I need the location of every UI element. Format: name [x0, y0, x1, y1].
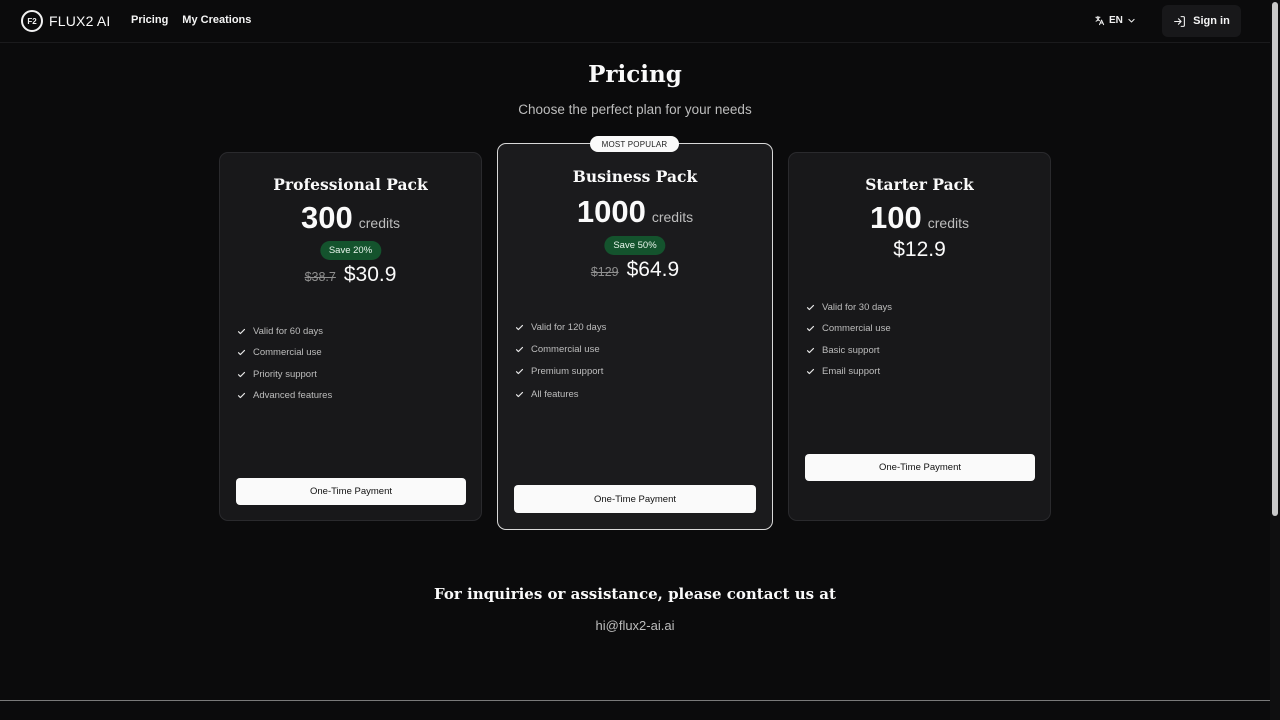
- check-icon: [806, 305, 815, 311]
- sign-in-label: Sign in: [1193, 15, 1230, 27]
- check-icon: [806, 368, 815, 375]
- original-price: $129: [590, 265, 619, 279]
- vertical-scrollbar[interactable]: [1270, 0, 1280, 720]
- plan-card-professional: Professional Pack 300 credits Save 20% $3…: [219, 152, 482, 521]
- feature-item: Valid for 30 days: [806, 297, 892, 318]
- sign-in-button[interactable]: Sign in: [1162, 5, 1241, 37]
- feature-item: Priority support: [237, 364, 332, 385]
- original-price: $38.7: [304, 270, 336, 284]
- current-price: $64.9: [626, 258, 680, 281]
- credits-amount: 300: [301, 200, 353, 235]
- check-icon: [237, 329, 246, 335]
- brand-name: FLUX2 AI: [49, 13, 111, 29]
- plan-name: Professional Pack: [273, 175, 428, 194]
- logo-badge: F2: [21, 10, 43, 32]
- check-icon: [237, 371, 246, 377]
- plan-card-starter: Starter Pack 100 credits $12.9 Valid for …: [788, 152, 1051, 521]
- plan-name: Starter Pack: [865, 175, 974, 194]
- check-icon: [806, 347, 815, 353]
- feature-item: Advanced features: [237, 385, 332, 406]
- plan-credits: 100 credits: [789, 200, 1050, 236]
- feature-item: Valid for 120 days: [515, 316, 606, 338]
- page-title: Pricing: [588, 61, 682, 88]
- plan-price: $129 $64.9: [498, 258, 772, 282]
- credits-unit: credits: [358, 215, 400, 231]
- main-nav: Pricing My Creations: [131, 14, 251, 26]
- feature-item: Commercial use: [237, 342, 332, 363]
- plan-credits: 1000 credits: [498, 194, 772, 230]
- page-subtitle: Choose the perfect plan for your needs: [518, 102, 752, 117]
- plan-name: Business Pack: [572, 167, 698, 186]
- check-icon: [515, 324, 524, 330]
- feature-list: Valid for 60 days Commercial use Priorit…: [237, 321, 332, 406]
- credits-amount: 100: [870, 200, 922, 235]
- nav-link-my-creations[interactable]: My Creations: [182, 14, 251, 26]
- feature-item: Commercial use: [515, 338, 606, 360]
- save-badge: Save 20%: [319, 241, 382, 260]
- feature-item: Premium support: [515, 361, 606, 383]
- sign-in-icon: [1174, 15, 1186, 27]
- feature-list: Valid for 120 days Commercial use Premiu…: [515, 316, 606, 405]
- feature-item: All features: [515, 383, 606, 405]
- feature-list: Valid for 30 days Commercial use Basic s…: [806, 297, 892, 382]
- pricing-page: F2 FLUX2 AI Pricing My Creations EN Sign…: [0, 0, 1280, 720]
- feature-item: Commercial use: [806, 318, 892, 339]
- credits-amount: 1000: [576, 194, 646, 229]
- feature-item: Email support: [806, 361, 892, 382]
- check-icon: [515, 391, 524, 397]
- current-price: $12.9: [893, 238, 946, 261]
- credits-unit: credits: [651, 209, 694, 225]
- plan-credits: 300 credits: [220, 200, 481, 236]
- brand-logo[interactable]: F2 FLUX2 AI: [21, 10, 111, 32]
- feature-item: Valid for 60 days: [237, 321, 332, 342]
- check-icon: [515, 369, 524, 375]
- plan-card-business: Business Pack 1000 credits Save 50% $129 $…: [497, 143, 773, 530]
- most-popular-badge: MOST POPULAR: [590, 136, 679, 152]
- current-price: $30.9: [343, 263, 397, 286]
- plan-price: $38.7 $30.9: [220, 263, 481, 287]
- chevron-down-icon: [1128, 18, 1135, 23]
- language-selector[interactable]: EN: [1094, 15, 1136, 26]
- plan-price: $12.9: [789, 238, 1050, 262]
- check-icon: [806, 326, 815, 332]
- footer-divider: [0, 700, 1270, 701]
- scrollbar-thumb[interactable]: [1272, 2, 1278, 516]
- contact-email[interactable]: hi@flux2-ai.ai: [0, 618, 1270, 633]
- contact-heading: For inquiries or assistance, please cont…: [434, 585, 836, 603]
- one-time-payment-button[interactable]: One-Time Payment: [805, 454, 1035, 481]
- one-time-payment-button[interactable]: One-Time Payment: [514, 485, 756, 513]
- check-icon: [237, 392, 246, 399]
- nav-link-pricing[interactable]: Pricing: [131, 14, 168, 26]
- one-time-payment-button[interactable]: One-Time Payment: [236, 478, 466, 505]
- check-icon: [515, 346, 524, 353]
- credits-unit: credits: [927, 215, 969, 231]
- save-badge: Save 50%: [604, 236, 666, 255]
- translate-icon: [1095, 15, 1105, 26]
- language-code: EN: [1109, 15, 1123, 26]
- check-icon: [237, 350, 246, 356]
- top-header: F2 FLUX2 AI Pricing My Creations EN Sign…: [0, 0, 1270, 43]
- feature-item: Basic support: [806, 340, 892, 361]
